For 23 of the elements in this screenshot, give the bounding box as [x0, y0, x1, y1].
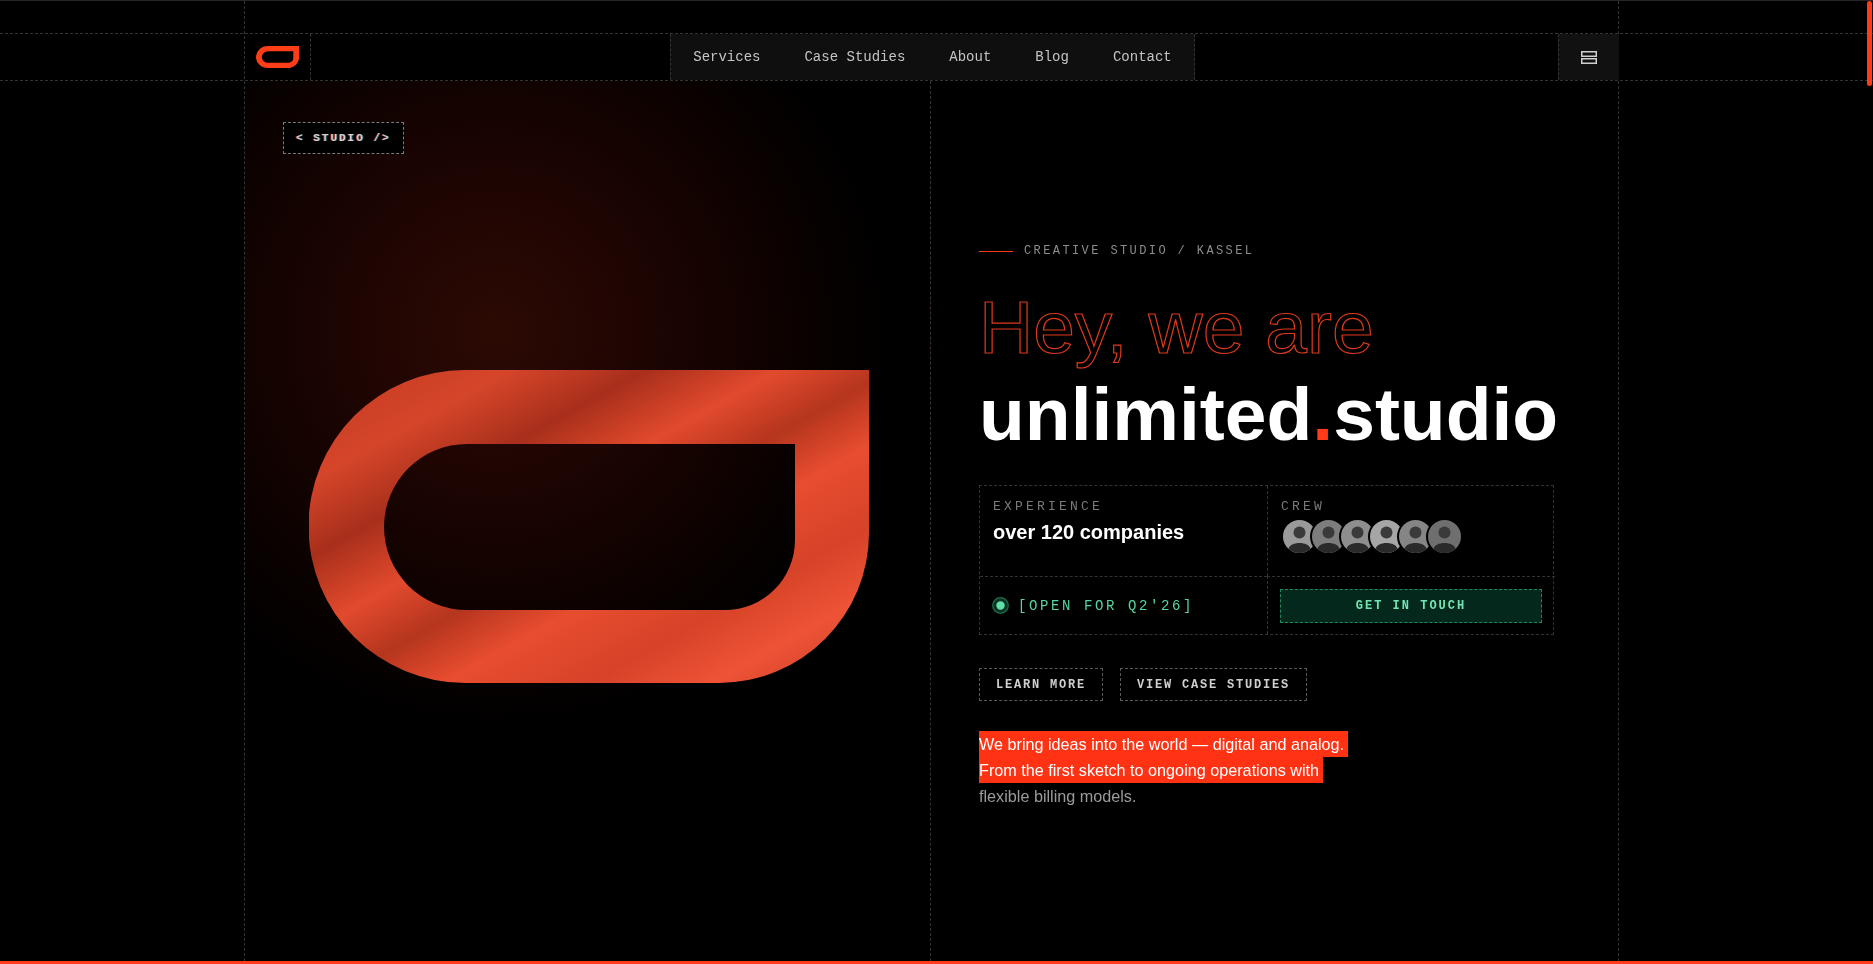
stat-label: CREW [1281, 499, 1325, 514]
nav-link[interactable]: Services [671, 34, 783, 80]
status-text: [OPEN FOR Q2'26] [1018, 597, 1195, 614]
menu-icon [1581, 50, 1597, 64]
stat-label: EXPERIENCE [993, 499, 1103, 514]
scrollbar-thumb[interactable] [1867, 1, 1872, 86]
brand-name: unlimited.studio [979, 371, 1559, 458]
action-button[interactable]: VIEW CASE STUDIES [1120, 668, 1308, 701]
action-button[interactable]: LEARN MORE [979, 668, 1103, 701]
avatar [1426, 518, 1463, 555]
nav-link[interactable]: Case Studies [782, 34, 928, 80]
logo-icon[interactable] [255, 46, 299, 68]
hero-headline: Hey, we are [979, 284, 1374, 371]
nav-link[interactable]: Blog [1013, 34, 1091, 80]
status-dot-icon [992, 597, 1009, 614]
nav-link[interactable]: About [927, 34, 1014, 80]
studio-tag: < STUDIO /> [283, 122, 404, 154]
contact-button[interactable]: GET IN TOUCH [1280, 588, 1542, 623]
kicker-text: CREATIVE STUDIO / KASSEL [1024, 244, 1255, 258]
menu-button[interactable] [1558, 34, 1619, 80]
accent-line [979, 250, 1013, 252]
stat-value: over 120 companies [993, 521, 1185, 544]
nav-link[interactable]: Contact [1090, 34, 1194, 80]
